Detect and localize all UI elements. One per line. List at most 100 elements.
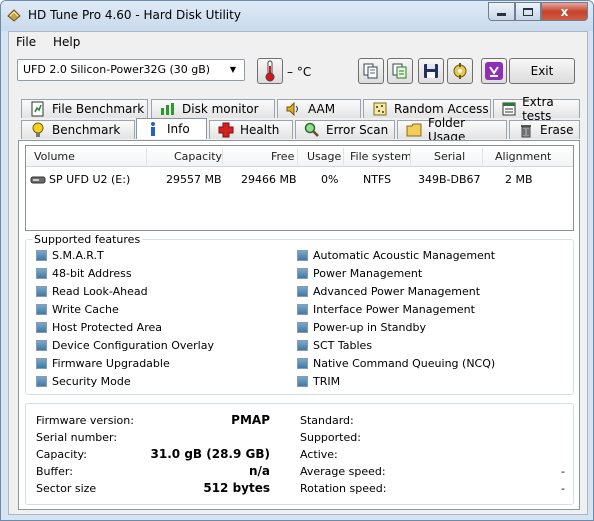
cell-capacity: 29557 MB xyxy=(166,173,222,186)
feature-label: Host Protected Area xyxy=(52,321,162,334)
tab-extra-tests-label: Extra tests xyxy=(522,95,554,123)
floppy-disk-icon xyxy=(424,64,438,78)
close-button[interactable]: x xyxy=(541,2,588,21)
tab-file-benchmark[interactable]: File Benchmark xyxy=(21,99,148,118)
firmware-value: PMAP xyxy=(231,413,270,427)
exit-button[interactable]: Exit xyxy=(509,58,575,84)
capacity-label: Capacity: xyxy=(36,448,87,461)
table-row[interactable]: SP UFD U2 (E:) 29557 MB 29466 MB 0% NTFS… xyxy=(26,172,573,188)
col-free[interactable]: Free xyxy=(271,150,294,163)
standard-label: Standard: xyxy=(300,414,354,427)
rotation-speed-label: Rotation speed: xyxy=(300,482,387,495)
menu-file[interactable]: File xyxy=(16,35,36,49)
download-icon xyxy=(485,62,503,80)
tab-health[interactable]: Health xyxy=(209,120,293,139)
temperature-value: – °C xyxy=(287,65,312,79)
title-bar: HD Tune Pro 4.60 - Hard Disk Utility x xyxy=(1,1,593,31)
feature-label: Power Management xyxy=(313,267,423,280)
tab-info[interactable]: Info xyxy=(136,118,207,139)
feature-item: Write Cache xyxy=(36,303,119,316)
feature-checkbox-icon xyxy=(36,304,47,315)
temperature-button[interactable] xyxy=(257,58,283,84)
menu-help[interactable]: Help xyxy=(53,35,80,49)
screenshot-button[interactable] xyxy=(481,58,507,84)
maximize-button[interactable] xyxy=(515,2,541,21)
cell-volume: SP UFD U2 (E:) xyxy=(49,173,131,186)
feature-checkbox-icon xyxy=(36,340,47,351)
cell-alignment: 2 MB xyxy=(505,173,533,186)
feature-label: Device Configuration Overlay xyxy=(52,339,214,352)
feature-item: TRIM xyxy=(297,375,340,388)
feature-checkbox-icon xyxy=(36,376,47,387)
tab-aam[interactable]: AAM xyxy=(277,99,361,118)
tab-extra-tests[interactable]: Extra tests xyxy=(493,95,580,123)
feature-checkbox-icon xyxy=(36,358,47,369)
volume-list: Volume Capacity Free Usage File system S… xyxy=(25,145,574,231)
speaker-icon xyxy=(286,101,302,117)
feature-item: 48-bit Address xyxy=(36,267,132,280)
drive-select[interactable]: UFD 2.0 Silicon-Power32G (30 gB) ▼ xyxy=(17,59,245,81)
cell-file-system: NTFS xyxy=(363,173,392,186)
cell-usage: 0% xyxy=(321,173,339,186)
extra-tests-icon xyxy=(502,101,516,117)
capacity-value: 31.0 gB (28.9 GB) xyxy=(150,447,270,461)
app-icon xyxy=(7,9,21,22)
feature-item: Firmware Upgradable xyxy=(36,357,170,370)
health-cross-icon xyxy=(218,122,234,138)
col-serial[interactable]: Serial xyxy=(434,150,465,163)
col-volume[interactable]: Volume xyxy=(34,150,75,163)
feature-checkbox-icon xyxy=(297,286,308,297)
average-speed-value: - xyxy=(561,465,565,478)
disk-monitor-icon xyxy=(160,101,176,117)
chevron-down-icon: ▼ xyxy=(229,65,237,74)
feature-checkbox-icon xyxy=(36,286,47,297)
feature-checkbox-icon xyxy=(297,304,308,315)
feature-checkbox-icon xyxy=(36,250,47,261)
col-alignment[interactable]: Alignment xyxy=(495,150,551,163)
col-capacity[interactable]: Capacity xyxy=(174,150,222,163)
tab-benchmark[interactable]: Benchmark xyxy=(21,120,135,139)
tab-benchmark-label: Benchmark xyxy=(52,123,121,137)
copy-icon xyxy=(363,63,378,79)
feature-item: Security Mode xyxy=(36,375,131,388)
drive-icon xyxy=(30,175,46,188)
tab-erase-label: Erase xyxy=(540,123,574,137)
tab-erase[interactable]: Erase xyxy=(509,120,580,139)
minimize-icon xyxy=(497,13,506,16)
tab-disk-monitor-label: Disk monitor xyxy=(182,102,259,116)
minimize-button[interactable] xyxy=(488,2,515,21)
firmware-label: Firmware version: xyxy=(36,414,134,427)
feature-checkbox-icon xyxy=(297,340,308,351)
feature-checkbox-icon xyxy=(297,250,308,261)
menu-bar: File Help xyxy=(9,32,587,52)
copy-all-button[interactable] xyxy=(387,58,413,84)
tab-disk-monitor[interactable]: Disk monitor xyxy=(151,99,275,118)
feature-label: Security Mode xyxy=(52,375,131,388)
col-usage[interactable]: Usage xyxy=(307,150,341,163)
folder-icon xyxy=(406,122,422,138)
cell-free: 29466 MB xyxy=(241,173,297,186)
feature-checkbox-icon xyxy=(36,322,47,333)
tab-health-label: Health xyxy=(240,123,280,137)
volume-list-header: Volume Capacity Free Usage File system S… xyxy=(26,146,573,167)
tab-error-scan[interactable]: Error Scan xyxy=(295,120,395,139)
trash-icon xyxy=(518,122,534,138)
thermometer-icon xyxy=(265,60,275,82)
drive-select-value: UFD 2.0 Silicon-Power32G (30 gB) xyxy=(23,63,211,76)
sector-size-label: Sector size xyxy=(36,482,97,495)
feature-checkbox-icon xyxy=(297,322,308,333)
tab-folder-usage[interactable]: Folder Usage xyxy=(397,116,507,144)
buffer-value: n/a xyxy=(248,464,270,478)
feature-item: Automatic Acoustic Management xyxy=(297,249,495,262)
col-file-system[interactable]: File system xyxy=(350,150,412,163)
options-icon xyxy=(453,63,467,79)
client-area: File Help UFD 2.0 Silicon-Power32G (30 g… xyxy=(8,31,588,515)
buffer-label: Buffer: xyxy=(36,465,73,478)
copy-button[interactable] xyxy=(358,58,384,84)
feature-label: S.M.A.R.T xyxy=(52,249,104,262)
options-button[interactable] xyxy=(447,58,473,84)
feature-label: Firmware Upgradable xyxy=(52,357,170,370)
serial-label: Serial number: xyxy=(36,431,118,444)
feature-label: TRIM xyxy=(313,375,341,388)
save-button[interactable] xyxy=(418,58,444,84)
